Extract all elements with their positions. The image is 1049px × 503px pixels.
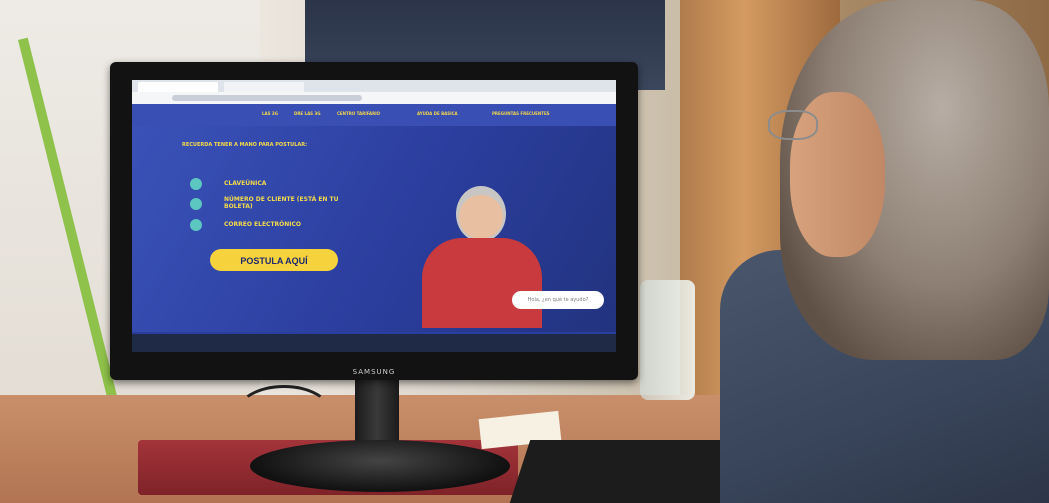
taskbar — [132, 334, 616, 352]
browser-tab[interactable] — [138, 82, 218, 92]
monitor-screen: LAS 3G DRE LAS 3G CENTRO TARIFARIO AYUDA… — [132, 80, 616, 352]
monitor-base — [250, 440, 510, 492]
glass-jar — [640, 280, 695, 400]
glasses — [768, 110, 818, 140]
requirement-item: CORREO ELECTRÓNICO — [224, 221, 302, 228]
nav-item[interactable]: LAS 3G — [262, 111, 278, 116]
nav-item[interactable]: AYUDA DE BASICA — [417, 111, 458, 116]
check-icon — [190, 198, 202, 210]
check-icon — [190, 178, 202, 190]
url-field[interactable] — [172, 95, 362, 101]
monitor-brand-label: SAMSUNG — [352, 368, 396, 376]
postula-button[interactable]: POSTULA AQUÍ — [210, 249, 338, 271]
photo-scene: LAS 3G DRE LAS 3G CENTRO TARIFARIO AYUDA… — [0, 0, 1049, 503]
person-body — [422, 238, 542, 328]
nav-item[interactable]: DRE LAS 3G — [294, 111, 321, 116]
person-head — [456, 186, 506, 242]
nav-item[interactable]: PREGUNTAS FRECUENTES — [492, 111, 550, 116]
check-icon — [190, 219, 202, 231]
requirement-item: NÚMERO DE CLIENTE (ESTÁ EN TU BOLETA) — [224, 196, 339, 210]
browser-tab-bar — [132, 80, 616, 92]
chat-bubble[interactable]: Hola, ¿en qué te ayudo? — [512, 291, 604, 309]
cable — [236, 385, 332, 441]
browser-tab[interactable] — [224, 82, 304, 92]
hero-headline: RECUERDA TENER A MANO PARA POSTULAR: — [182, 142, 308, 148]
monitor: LAS 3G DRE LAS 3G CENTRO TARIFARIO AYUDA… — [110, 62, 638, 380]
requirement-item: CLAVEÚNICA — [224, 180, 267, 187]
nav-item[interactable]: CENTRO TARIFARIO — [337, 111, 380, 116]
